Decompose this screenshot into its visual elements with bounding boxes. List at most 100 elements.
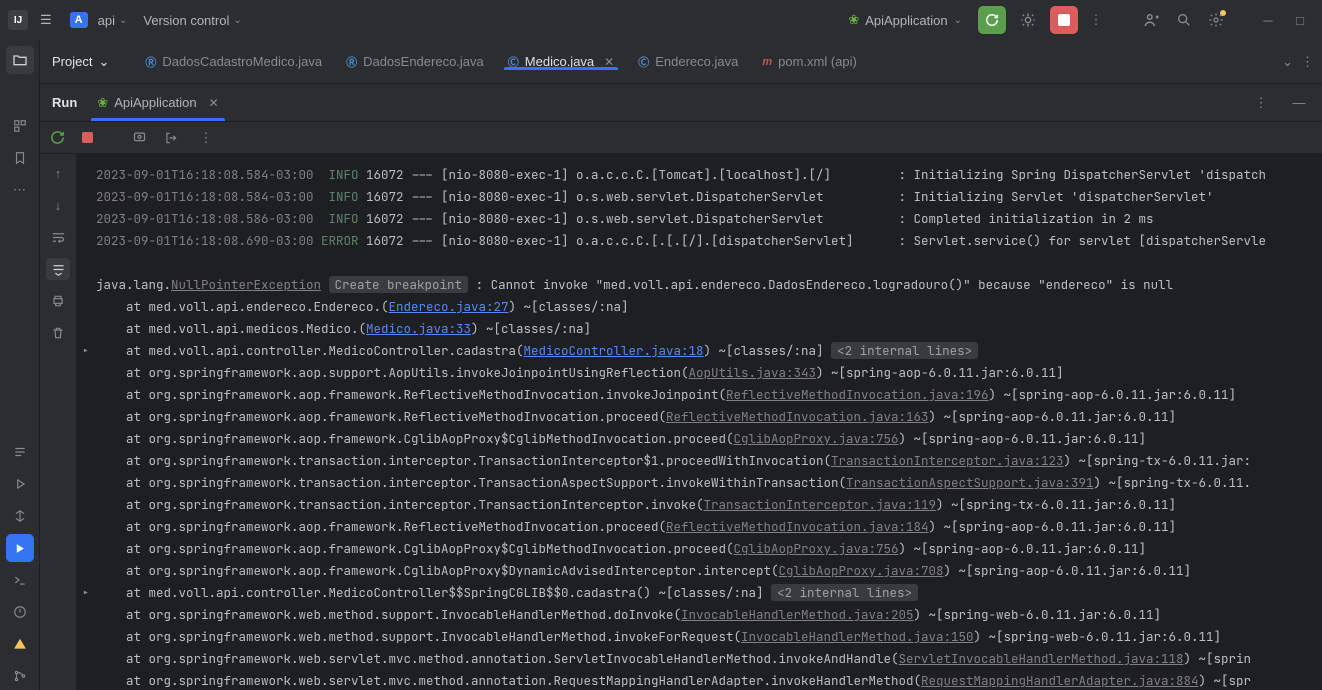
console-gutter: ↑ ↓ [40, 154, 76, 690]
stack-link[interactable]: ReflectiveMethodInvocation.java:196 [726, 386, 989, 403]
stack-link[interactable]: TransactionAspectSupport.java:391 [846, 474, 1094, 491]
debug-button[interactable] [1014, 6, 1042, 34]
vcs-dropdown[interactable]: Version control ⌄ [137, 9, 247, 32]
stack-link[interactable]: Endereco.java:27 [389, 298, 509, 315]
rerun-button[interactable] [978, 6, 1006, 34]
console-output[interactable]: 2023-09-01T16:18:08.584-03:00 INFO 16072… [76, 154, 1310, 690]
todo-tool-icon[interactable] [6, 438, 34, 466]
editor-tab[interactable]: Ⓡ DadosCadastroMedico.java [133, 54, 334, 70]
file-type-icon: Ⓡ [145, 54, 156, 70]
editor-tab[interactable]: m pom.xml (api) [750, 54, 869, 70]
chevron-down-icon: ⌄ [98, 54, 109, 70]
stack-link[interactable]: ReflectiveMethodInvocation.java:163 [666, 408, 929, 425]
settings-icon[interactable] [1202, 6, 1230, 34]
exception-link[interactable]: NullPointerException [171, 276, 321, 293]
project-name-dropdown[interactable]: api ⌄ [92, 9, 134, 32]
tab-label: DadosCadastroMedico.java [162, 54, 322, 69]
file-type-icon: Ⓡ [346, 54, 357, 70]
stack-link[interactable]: ServletInvocableHandlerMethod.java:118 [899, 650, 1184, 667]
file-type-icon: m [762, 56, 772, 68]
dump-icon[interactable] [132, 130, 152, 145]
editor-tab[interactable]: ⒸMedico.java✕ [496, 54, 626, 70]
scrollbar[interactable] [1310, 154, 1322, 690]
fold-icon [82, 472, 96, 494]
build-tool-icon[interactable] [6, 502, 34, 530]
stack-link[interactable]: RequestMappingHandlerAdapter.java:884 [921, 672, 1199, 689]
tab-label: pom.xml (api) [778, 54, 857, 69]
search-everywhere-icon[interactable] [1170, 6, 1198, 34]
project-view-dropdown[interactable]: Project ⌄ [40, 54, 121, 70]
stack-link[interactable]: TransactionInterceptor.java:123 [831, 452, 1064, 469]
fold-icon[interactable]: ▸ [82, 582, 96, 604]
stack-link[interactable]: Medico.java:33 [366, 320, 471, 337]
warning-tool-icon[interactable] [6, 630, 34, 658]
fold-icon [82, 560, 96, 582]
stack-link[interactable]: MedicoController.java:18 [524, 342, 704, 359]
editor-tab[interactable]: ⒸEndereco.java [626, 54, 750, 70]
project-badge-icon: A [70, 12, 88, 28]
tabs-dropdown-icon[interactable]: ⌄ [1282, 54, 1293, 70]
actions-more-icon[interactable]: ⋮ [196, 130, 216, 146]
close-icon[interactable]: ✕ [209, 96, 219, 110]
run-tab-label: ApiApplication [114, 95, 196, 110]
stack-link[interactable]: AopUtils.java:343 [689, 364, 817, 381]
run-toolbar: ⋮ [40, 122, 1322, 154]
stop-icon[interactable] [82, 132, 102, 143]
stack-link[interactable]: CglibAopProxy.java:708 [779, 562, 944, 579]
fold-icon [82, 670, 96, 690]
clear-icon[interactable] [46, 322, 70, 344]
tab-label: Endereco.java [655, 54, 738, 69]
run-tab[interactable]: ❀ ApiApplication ✕ [93, 85, 222, 121]
scroll-down-icon[interactable]: ↓ [46, 194, 70, 216]
tabs-more-icon[interactable]: ⋮ [1301, 54, 1314, 70]
stack-link[interactable]: CglibAopProxy.java:756 [734, 430, 899, 447]
titlebar: IJ ☰ A api ⌄ Version control ⌄ ❀ ApiAppl… [0, 0, 1322, 40]
rerun-icon[interactable] [50, 130, 70, 145]
fold-icon [82, 626, 96, 648]
stack-link[interactable]: ReflectiveMethodInvocation.java:184 [666, 518, 929, 535]
main-menu-button[interactable]: ☰ [32, 8, 60, 32]
scroll-to-end-icon[interactable] [46, 258, 70, 280]
fold-icon [82, 494, 96, 516]
project-tool-icon[interactable] [6, 46, 34, 74]
fold-icon[interactable]: ▸ [82, 340, 96, 362]
scroll-up-icon[interactable]: ↑ [46, 162, 70, 184]
chevron-down-icon: ⌄ [954, 15, 962, 26]
more-actions-button[interactable]: ⋮ [1082, 6, 1110, 34]
fold-icon [82, 648, 96, 670]
window-maximize-button[interactable]: □ [1286, 6, 1314, 34]
structure-tool-icon[interactable] [6, 112, 34, 140]
services-tool-icon[interactable] [6, 470, 34, 498]
stop-button[interactable] [1050, 6, 1078, 34]
fold-icon [82, 604, 96, 626]
stack-link[interactable]: TransactionInterceptor.java:119 [704, 496, 937, 513]
run-panel-more-icon[interactable]: ⋮ [1250, 95, 1272, 111]
soft-wrap-icon[interactable] [46, 226, 70, 248]
stack-link[interactable]: CglibAopProxy.java:756 [734, 540, 899, 557]
left-toolbar: ⋯ [0, 40, 40, 690]
create-breakpoint-badge[interactable]: Create breakpoint [329, 276, 469, 293]
run-tool-icon[interactable] [6, 534, 34, 562]
code-with-me-icon[interactable] [1138, 6, 1166, 34]
run-panel-hide-icon[interactable]: — [1288, 95, 1310, 110]
window-minimize-button[interactable]: ─ [1254, 6, 1282, 34]
run-config-label: ApiApplication [865, 13, 947, 28]
vcs-tool-icon[interactable] [6, 662, 34, 690]
exit-icon[interactable] [164, 131, 184, 145]
run-config-selector[interactable]: ❀ ApiApplication ⌄ [840, 8, 970, 32]
close-icon[interactable]: ✕ [604, 55, 614, 69]
bookmarks-tool-icon[interactable] [6, 144, 34, 172]
print-icon[interactable] [46, 290, 70, 312]
stack-link[interactable]: InvocableHandlerMethod.java:205 [681, 606, 914, 623]
fold-icon [82, 384, 96, 406]
tab-label: DadosEndereco.java [363, 54, 484, 69]
stack-link[interactable]: InvocableHandlerMethod.java:150 [741, 628, 974, 645]
folded-lines-badge[interactable]: <2 internal lines> [771, 584, 918, 601]
editor-tabs: Ⓡ DadosCadastroMedico.java Ⓡ DadosEndereco.… [121, 54, 1322, 70]
folded-lines-badge[interactable]: <2 internal lines> [831, 342, 978, 359]
editor-tab[interactable]: Ⓡ DadosEndereco.java [334, 54, 496, 70]
problems-tool-icon[interactable] [6, 598, 34, 626]
file-type-icon: Ⓒ [508, 54, 519, 70]
more-tool-icon[interactable]: ⋯ [6, 176, 34, 204]
terminal-tool-icon[interactable] [6, 566, 34, 594]
